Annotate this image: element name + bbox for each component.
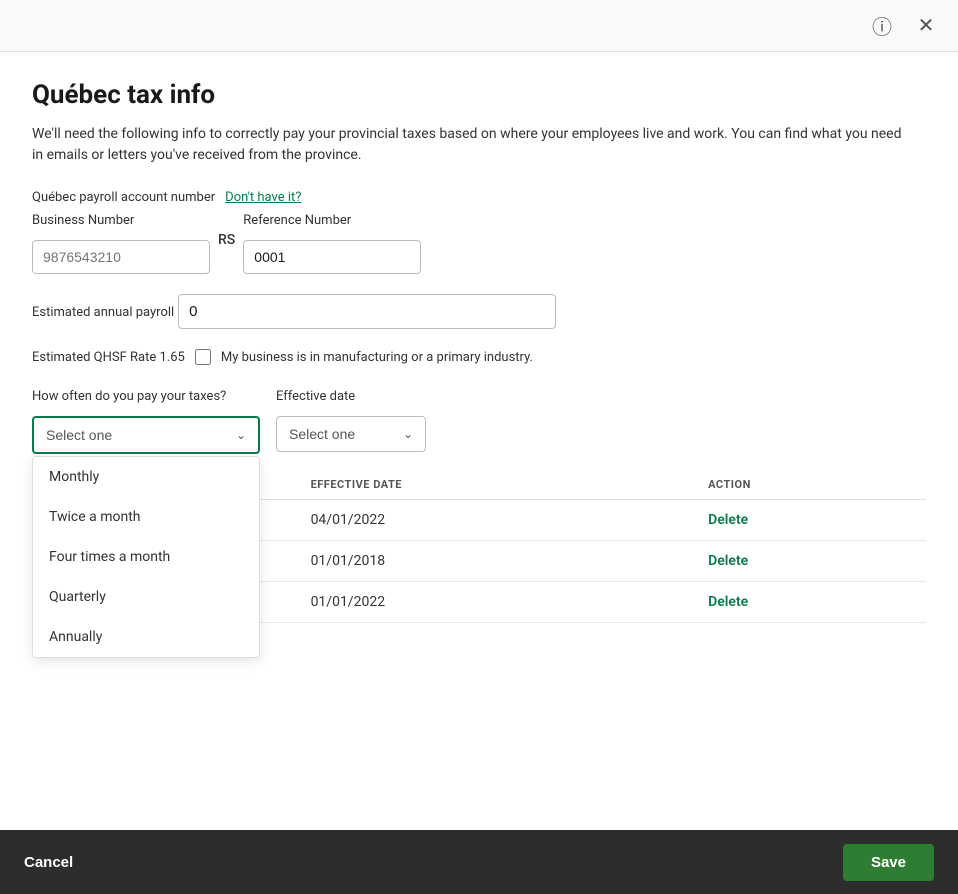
dropdown-item-quarterly[interactable]: Quarterly [33, 577, 259, 617]
annual-payroll-input[interactable] [178, 294, 556, 329]
effective-date-select[interactable]: Select one ⌄ [276, 416, 426, 452]
modal-container: ⓘ ✕ Québec tax info We'll need the follo… [0, 0, 958, 894]
page-title: Québec tax info [32, 80, 926, 110]
frequency-dropdown: Monthly Twice a month Four times a month… [32, 456, 260, 658]
row-effective-date-2: 01/01/2018 [299, 541, 697, 582]
delete-link-3[interactable]: Delete [708, 594, 748, 610]
tax-frequency-select[interactable]: Select one ⌄ [32, 416, 260, 454]
description-text: We'll need the following info to correct… [32, 124, 912, 166]
effective-date-group: Effective date Select one ⌄ [276, 389, 426, 452]
question-circle-icon: ⓘ [872, 11, 892, 40]
business-number-input[interactable] [32, 240, 210, 274]
qhsf-rate-label: Estimated QHSF Rate 1.65 [32, 350, 185, 365]
delete-link-2[interactable]: Delete [708, 553, 748, 569]
reference-number-label: Reference Number [243, 213, 421, 228]
chevron-down-icon: ⌄ [236, 428, 246, 442]
payroll-account-section: Québec payroll account number Don't have… [32, 190, 926, 205]
modal-footer: Cancel Save [0, 830, 958, 894]
dropdown-item-monthly[interactable]: Monthly [33, 457, 259, 497]
account-number-row: Business Number RS Reference Number [32, 213, 926, 274]
qhsf-checkbox-label: My business is in manufacturing or a pri… [221, 350, 533, 365]
dropdown-item-four-times[interactable]: Four times a month [33, 537, 259, 577]
reference-number-group: Reference Number [243, 213, 421, 274]
chevron-down-icon-date: ⌄ [403, 427, 413, 441]
dropdown-item-annually[interactable]: Annually [33, 617, 259, 657]
save-button[interactable]: Save [843, 844, 934, 881]
payroll-account-label: Québec payroll account number [32, 190, 215, 205]
tax-frequency-row: How often do you pay your taxes? Select … [32, 389, 926, 454]
row-effective-date-1: 04/01/2022 [299, 500, 697, 541]
col-action: ACTION [696, 470, 926, 500]
dropdown-item-twice-month[interactable]: Twice a month [33, 497, 259, 537]
reference-number-input[interactable] [243, 240, 421, 274]
cancel-button[interactable]: Cancel [24, 854, 73, 871]
effective-date-value: Select one [289, 426, 355, 442]
close-icon: ✕ [918, 13, 935, 38]
modal-body: Québec tax info We'll need the following… [0, 52, 958, 830]
dont-have-link[interactable]: Don't have it? [225, 190, 301, 205]
effective-date-label: Effective date [276, 389, 426, 404]
tax-frequency-select-wrapper: Select one ⌄ Monthly Twice a month Four … [32, 416, 260, 454]
tax-frequency-label: How often do you pay your taxes? [32, 389, 260, 404]
qhsf-row: Estimated QHSF Rate 1.65 My business is … [32, 349, 926, 365]
rs-label: RS [210, 232, 243, 248]
effective-date-select-wrapper: Select one ⌄ [276, 416, 426, 452]
annual-payroll-group: Estimated annual payroll [32, 294, 926, 329]
delete-link-1[interactable]: Delete [708, 512, 748, 528]
annual-payroll-label: Estimated annual payroll [32, 305, 174, 320]
modal-header: ⓘ ✕ [0, 0, 958, 52]
tax-frequency-value: Select one [46, 427, 112, 443]
business-number-group: Business Number [32, 213, 210, 274]
row-effective-date-3: 01/01/2022 [299, 582, 697, 623]
business-number-label: Business Number [32, 213, 210, 228]
col-effective-date: EFFECTIVE DATE [299, 470, 697, 500]
help-button[interactable]: ⓘ [866, 10, 898, 42]
tax-frequency-group: How often do you pay your taxes? Select … [32, 389, 260, 454]
close-button[interactable]: ✕ [910, 10, 942, 42]
manufacturing-checkbox[interactable] [195, 349, 211, 365]
